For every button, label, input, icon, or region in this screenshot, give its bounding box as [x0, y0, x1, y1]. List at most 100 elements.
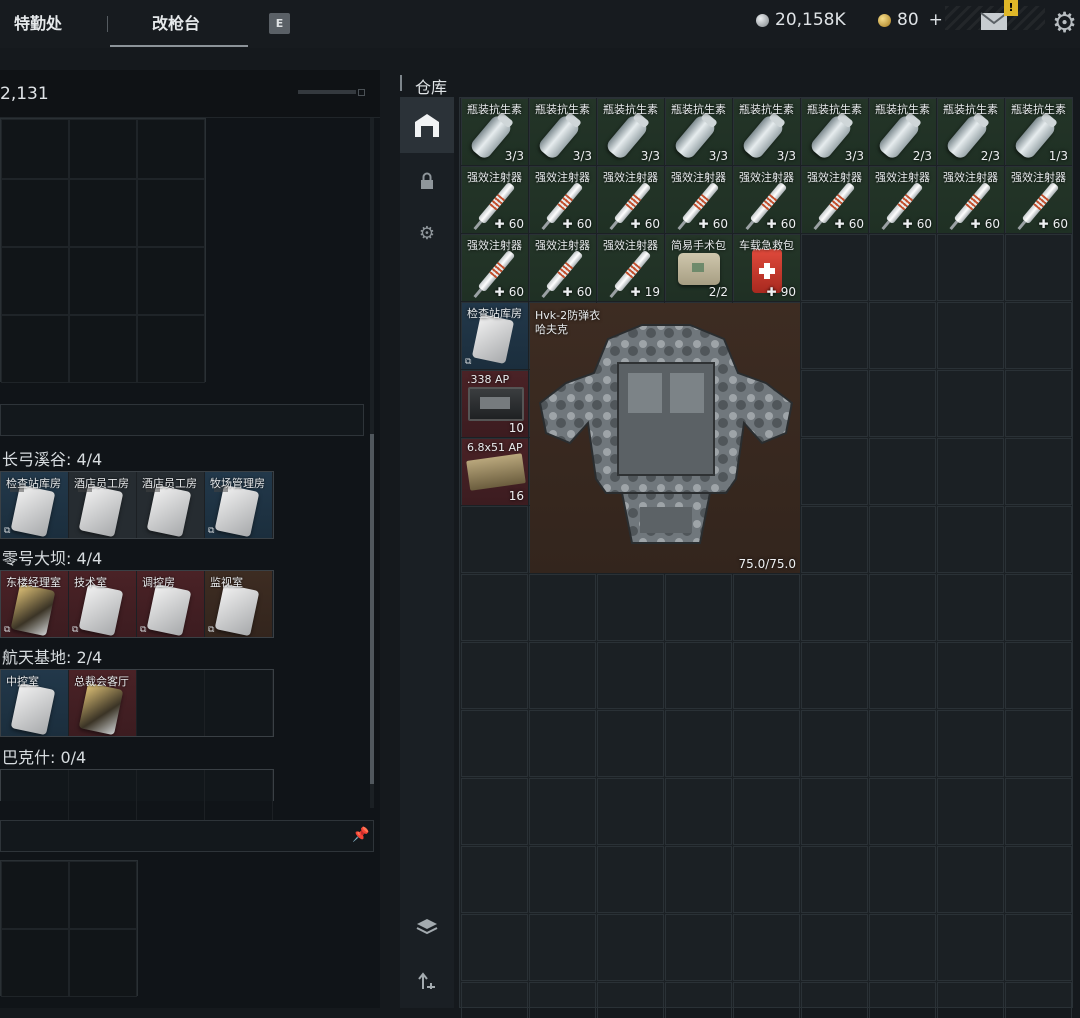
grid-cell[interactable] [461, 914, 528, 981]
grid-cell[interactable] [937, 438, 1004, 505]
grid-cell[interactable] [937, 370, 1004, 437]
key-item[interactable]: 技术室 ⧉ [69, 571, 137, 637]
empty-key-slot[interactable] [205, 670, 273, 736]
grid-cell[interactable] [869, 642, 936, 709]
inventory-item[interactable]: 强效注射器 ✚ 19 [598, 235, 664, 301]
grid-cell[interactable] [665, 778, 732, 845]
grid-cell[interactable] [733, 710, 800, 777]
left-panel-hint-box[interactable] [358, 89, 365, 96]
grid-cell[interactable] [461, 642, 528, 709]
grid-cell[interactable] [801, 506, 868, 573]
key-item[interactable]: 酒店员工房 [69, 472, 137, 538]
inventory-item[interactable]: 瓶装抗生素 3/3 [802, 99, 868, 165]
inventory-item[interactable]: 强效注射器 ✚ 60 [530, 167, 596, 233]
grid-cell[interactable] [937, 778, 1004, 845]
grid-cell[interactable] [869, 982, 936, 1018]
grid-cell[interactable] [1005, 234, 1072, 301]
grid-cell[interactable] [937, 302, 1004, 369]
pin-icon[interactable]: 📌 [352, 827, 369, 843]
grid-cell[interactable] [801, 234, 868, 301]
key-item[interactable]: 酒店员工房 [137, 472, 205, 538]
inventory-item[interactable]: 强效注射器 ✚ 60 [666, 167, 732, 233]
inventory-item[interactable]: .338 AP 10 [462, 371, 528, 437]
left-scroll-thumb[interactable] [370, 434, 374, 784]
grid-cell[interactable] [529, 982, 596, 1018]
grid-cell[interactable] [937, 710, 1004, 777]
container-slot-grid[interactable] [0, 118, 206, 383]
grid-cell[interactable] [1005, 302, 1072, 369]
grid-cell[interactable] [461, 506, 528, 573]
grid-cell[interactable] [529, 846, 596, 913]
grid-cell[interactable] [461, 574, 528, 641]
grid-cell[interactable] [937, 506, 1004, 573]
grid-cell[interactable] [937, 234, 1004, 301]
inventory-item[interactable]: 强效注射器 ✚ 60 [734, 167, 800, 233]
grid-cell[interactable] [597, 914, 664, 981]
grid-cell[interactable] [801, 302, 868, 369]
grid-cell[interactable] [1005, 846, 1072, 913]
grid-cell[interactable] [801, 778, 868, 845]
key-item[interactable]: 东楼经理室 ⧉ [1, 571, 69, 637]
key-item[interactable]: 中控室 [1, 670, 69, 736]
grid-cell[interactable] [869, 438, 936, 505]
grid-cell[interactable] [1005, 778, 1072, 845]
inventory-item[interactable]: 瓶装抗生素 3/3 [734, 99, 800, 165]
grid-cell[interactable] [1005, 574, 1072, 641]
key-item[interactable]: 检查站库房 ⧉ [1, 472, 69, 538]
inventory-item[interactable]: 简易手术包 2/2 [666, 235, 732, 301]
grid-cell[interactable] [869, 574, 936, 641]
gear-icon[interactable]: ⚙ [400, 205, 454, 261]
grid-cell[interactable] [869, 914, 936, 981]
warehouse-grid[interactable]: 瓶装抗生素 3/3 瓶装抗生素 3/3 瓶装抗生素 3/3 瓶装抗生素 3/3 瓶装抗生素 3/3… [459, 97, 1073, 1018]
inventory-item[interactable]: 强效注射器 ✚ 60 [938, 167, 1004, 233]
grid-cell[interactable] [1005, 370, 1072, 437]
grid-cell[interactable] [665, 982, 732, 1018]
grid-cell[interactable] [597, 710, 664, 777]
grid-cell[interactable] [529, 710, 596, 777]
sort-icon[interactable] [400, 953, 454, 1009]
grid-cell[interactable] [1005, 710, 1072, 777]
key-case-bar[interactable] [0, 404, 364, 436]
inventory-item[interactable]: 强效注射器 ✚ 60 [802, 167, 868, 233]
grid-cell[interactable] [733, 574, 800, 641]
grid-cell[interactable] [869, 234, 936, 301]
settings-gear-icon[interactable]: ⚙ [1052, 6, 1077, 39]
inventory-item[interactable]: 强效注射器 ✚ 60 [530, 235, 596, 301]
grid-cell[interactable] [665, 846, 732, 913]
inventory-item[interactable]: 瓶装抗生素 2/3 [938, 99, 1004, 165]
grid-cell[interactable] [801, 982, 868, 1018]
grid-cell[interactable] [869, 370, 936, 437]
grid-cell[interactable] [937, 574, 1004, 641]
warehouse-icon[interactable] [400, 97, 454, 153]
grid-cell[interactable] [937, 642, 1004, 709]
key-item[interactable]: 调控房 ⧉ [137, 571, 205, 637]
grid-cell[interactable] [801, 710, 868, 777]
grid-cell[interactable] [869, 710, 936, 777]
inventory-item[interactable]: 瓶装抗生素 3/3 [462, 99, 528, 165]
grid-cell[interactable] [1005, 914, 1072, 981]
grid-cell[interactable] [801, 574, 868, 641]
inventory-item[interactable]: 强效注射器 ✚ 60 [870, 167, 936, 233]
inventory-item[interactable]: 瓶装抗生素 3/3 [598, 99, 664, 165]
key-item[interactable]: 监视室 ⧉ [205, 571, 273, 637]
grid-cell[interactable] [801, 642, 868, 709]
grid-cell[interactable] [733, 982, 800, 1018]
inventory-item[interactable]: 车载急救包 ✚ 90 [734, 235, 800, 301]
grid-cell[interactable] [1005, 642, 1072, 709]
grid-cell[interactable] [937, 914, 1004, 981]
tab-special-ops[interactable]: 特勤处 [14, 10, 62, 34]
grid-cell[interactable] [733, 778, 800, 845]
grid-cell[interactable] [529, 778, 596, 845]
grid-cell[interactable] [461, 982, 528, 1018]
grid-cell[interactable] [869, 778, 936, 845]
empty-key-slot[interactable] [137, 670, 205, 736]
grid-cell[interactable] [665, 574, 732, 641]
grid-cell[interactable] [869, 846, 936, 913]
inventory-item[interactable]: 强效注射器 ✚ 60 [1006, 167, 1072, 233]
grid-cell[interactable] [461, 778, 528, 845]
grid-cell[interactable] [869, 506, 936, 573]
grid-cell[interactable] [597, 574, 664, 641]
grid-cell[interactable] [733, 914, 800, 981]
grid-cell[interactable] [869, 302, 936, 369]
secure-case-grid[interactable] [0, 860, 138, 997]
